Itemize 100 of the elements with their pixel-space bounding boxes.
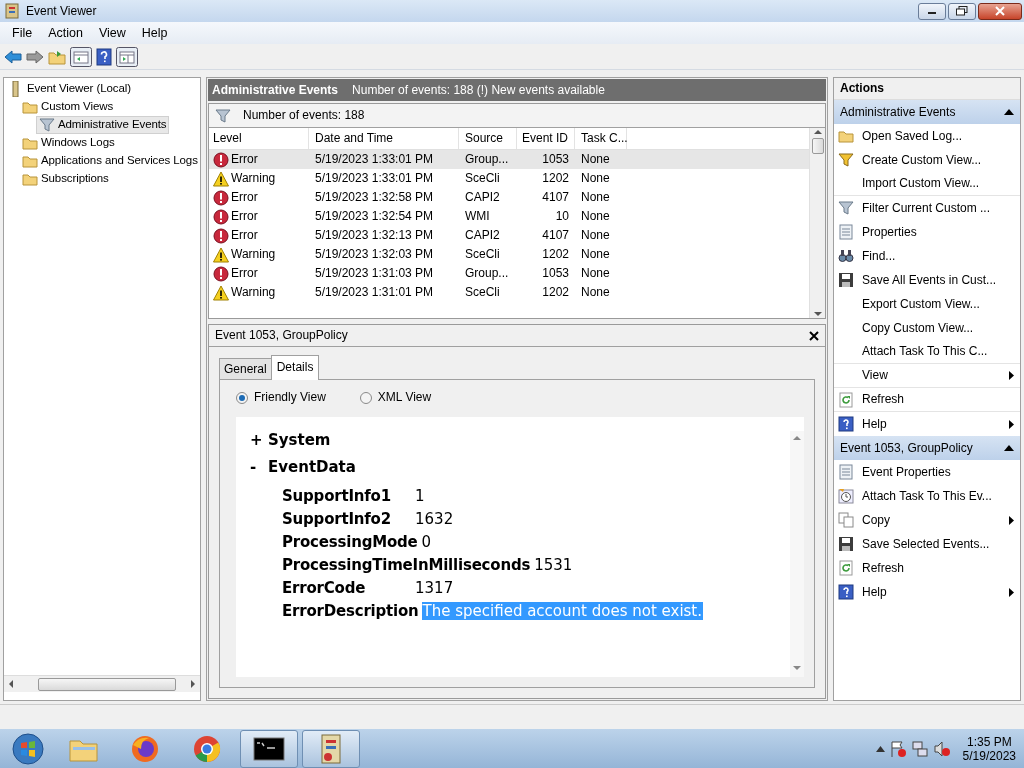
close-icon[interactable] xyxy=(809,330,819,341)
help-icon[interactable] xyxy=(96,47,112,66)
speaker-icon[interactable] xyxy=(932,740,951,758)
table-cell-text: 1202 xyxy=(541,247,570,262)
tree-item[interactable]: Applications and Services Logs xyxy=(20,152,200,170)
error-icon xyxy=(213,227,229,244)
error-icon xyxy=(213,208,229,225)
horizontal-scrollbar[interactable] xyxy=(4,675,200,692)
command-link[interactable]: Attach Task To This Ev... xyxy=(834,484,1020,508)
field-name: ErrorDescription xyxy=(282,602,420,621)
back-icon[interactable] xyxy=(4,49,22,64)
section-header[interactable]: Event 1053, GroupPolicy xyxy=(834,436,1020,460)
tree-item[interactable]: Windows Logs xyxy=(20,134,117,152)
command-link[interactable]: Open Saved Log... xyxy=(834,124,1020,148)
column-header[interactable]: Date and Time xyxy=(309,128,459,149)
vertical-scrollbar[interactable] xyxy=(790,430,804,677)
radio-label[interactable]: Friendly View xyxy=(254,390,326,405)
command-link[interactable]: Attach Task To This C... xyxy=(834,340,1020,364)
close-icon xyxy=(995,6,1005,16)
table-row[interactable]: Error 5/19/2023 1:31:03 PM Group... 1053 None xyxy=(209,264,809,283)
folder-icon xyxy=(22,135,38,151)
vertical-scrollbar[interactable] xyxy=(809,128,825,318)
menu-item[interactable]: File xyxy=(4,25,41,41)
table-row[interactable]: Error 5/19/2023 1:32:58 PM CAPI2 4107 None xyxy=(209,188,809,207)
column-header[interactable]: Event ID xyxy=(517,128,575,149)
radio-button[interactable] xyxy=(236,391,248,404)
table-cell-text: CAPI2 xyxy=(464,228,501,243)
clock-icon xyxy=(838,488,854,504)
table-row[interactable]: Warning 5/19/2023 1:33:01 PM SceCli 1202 None xyxy=(209,169,809,188)
taskbar-button[interactable] xyxy=(240,730,298,768)
command-link[interactable]: View xyxy=(834,364,1020,388)
menu-item[interactable]: Action xyxy=(40,25,91,41)
scroll-up-icon xyxy=(793,434,801,441)
command-link[interactable]: Find... xyxy=(834,244,1020,268)
command-link[interactable]: Refresh xyxy=(834,388,1020,412)
browser-icon xyxy=(129,733,161,765)
maximize-button[interactable] xyxy=(948,2,976,20)
tree-item[interactable]: Administrative Events xyxy=(36,116,170,134)
close-button[interactable] xyxy=(978,2,1022,20)
table-row[interactable]: Error 5/19/2023 1:32:13 PM CAPI2 4107 None xyxy=(209,226,809,245)
tree-item[interactable]: Subscriptions xyxy=(20,170,111,188)
table-cell-text: 1202 xyxy=(541,285,570,300)
show-tree-icon[interactable] xyxy=(70,46,92,67)
table-cell-text: 5/19/2023 1:31:03 PM xyxy=(314,266,435,281)
radio-button[interactable] xyxy=(359,391,372,404)
tree-item[interactable]: Custom Views xyxy=(20,98,116,116)
radio-label[interactable]: XML View xyxy=(377,390,432,405)
field-name: ErrorCode xyxy=(282,579,367,598)
column-header[interactable]: Source xyxy=(459,128,517,149)
flag-icon[interactable] xyxy=(888,740,907,758)
scroll-thumb[interactable] xyxy=(811,138,824,154)
table-cell: Warning xyxy=(231,247,276,262)
minimize-button[interactable] xyxy=(918,2,946,20)
show-hidden-icons-icon[interactable] xyxy=(875,746,885,752)
command-link[interactable]: Create Custom View... xyxy=(834,148,1020,172)
command-link[interactable]: Copy xyxy=(834,508,1020,532)
forward-icon[interactable] xyxy=(26,49,44,64)
command-link[interactable]: Save All Events in Cust... xyxy=(834,268,1020,292)
command-link[interactable]: Help xyxy=(834,580,1020,604)
table-cell: Error xyxy=(231,209,258,224)
show-action-pane-icon[interactable] xyxy=(116,46,138,67)
scroll-down-icon xyxy=(793,665,801,671)
table-cell-text: None xyxy=(580,228,611,243)
menu-item[interactable]: View xyxy=(90,25,134,41)
table-cell-text: 1053 xyxy=(541,152,570,167)
command-link[interactable]: Filter Current Custom ... xyxy=(834,196,1020,220)
table-row[interactable]: Error 5/19/2023 1:32:54 PM WMI 10 None xyxy=(209,207,809,226)
clock-time[interactable]: 1:35 PM xyxy=(966,734,1012,749)
table-cell-text: 4107 xyxy=(541,190,570,205)
section-header[interactable]: Administrative Events xyxy=(834,100,1020,124)
command-link[interactable]: Refresh xyxy=(834,556,1020,580)
menu-item[interactable]: Help xyxy=(133,25,176,41)
command-link[interactable]: Help xyxy=(834,412,1020,436)
toggle-sign[interactable]: - xyxy=(250,457,258,476)
event-count: Number of events: 188 xyxy=(243,108,365,123)
column-header[interactable]: Task C... xyxy=(575,128,627,149)
folder-icon[interactable] xyxy=(48,48,66,65)
command-link[interactable]: Export Custom View... xyxy=(834,292,1020,316)
clock-date[interactable]: 5/19/2023 xyxy=(962,749,1016,764)
table-row[interactable]: Warning 5/19/2023 1:31:01 PM SceCli 1202 None xyxy=(209,283,809,302)
command-link[interactable]: Import Custom View... xyxy=(834,172,1020,196)
field-value: 1531 xyxy=(533,556,574,575)
table-cell-text: None xyxy=(580,285,611,300)
section-title: System xyxy=(268,430,331,449)
save-icon xyxy=(838,536,854,552)
command-link[interactable]: Event Properties xyxy=(834,460,1020,484)
command-link[interactable]: Copy Custom View... xyxy=(834,316,1020,340)
command-link[interactable]: Save Selected Events... xyxy=(834,532,1020,556)
column-header[interactable]: Level xyxy=(209,128,309,149)
tab[interactable]: Details xyxy=(270,355,320,381)
network-icon[interactable] xyxy=(910,740,929,758)
tab[interactable]: General xyxy=(219,358,272,380)
table-row[interactable]: Error 5/19/2023 1:33:01 PM Group... 1053 None xyxy=(209,150,809,169)
scroll-thumb[interactable] xyxy=(38,677,176,691)
table-row[interactable]: Warning 5/19/2023 1:32:03 PM SceCli 1202 None xyxy=(209,245,809,264)
warning-icon xyxy=(213,246,229,263)
field-value: 1317 xyxy=(414,579,455,598)
command-link[interactable]: Properties xyxy=(834,220,1020,244)
tree-item[interactable]: Event Viewer (Local) xyxy=(6,80,133,98)
events-info: Number of events: 188 (!) New events available xyxy=(352,82,605,98)
